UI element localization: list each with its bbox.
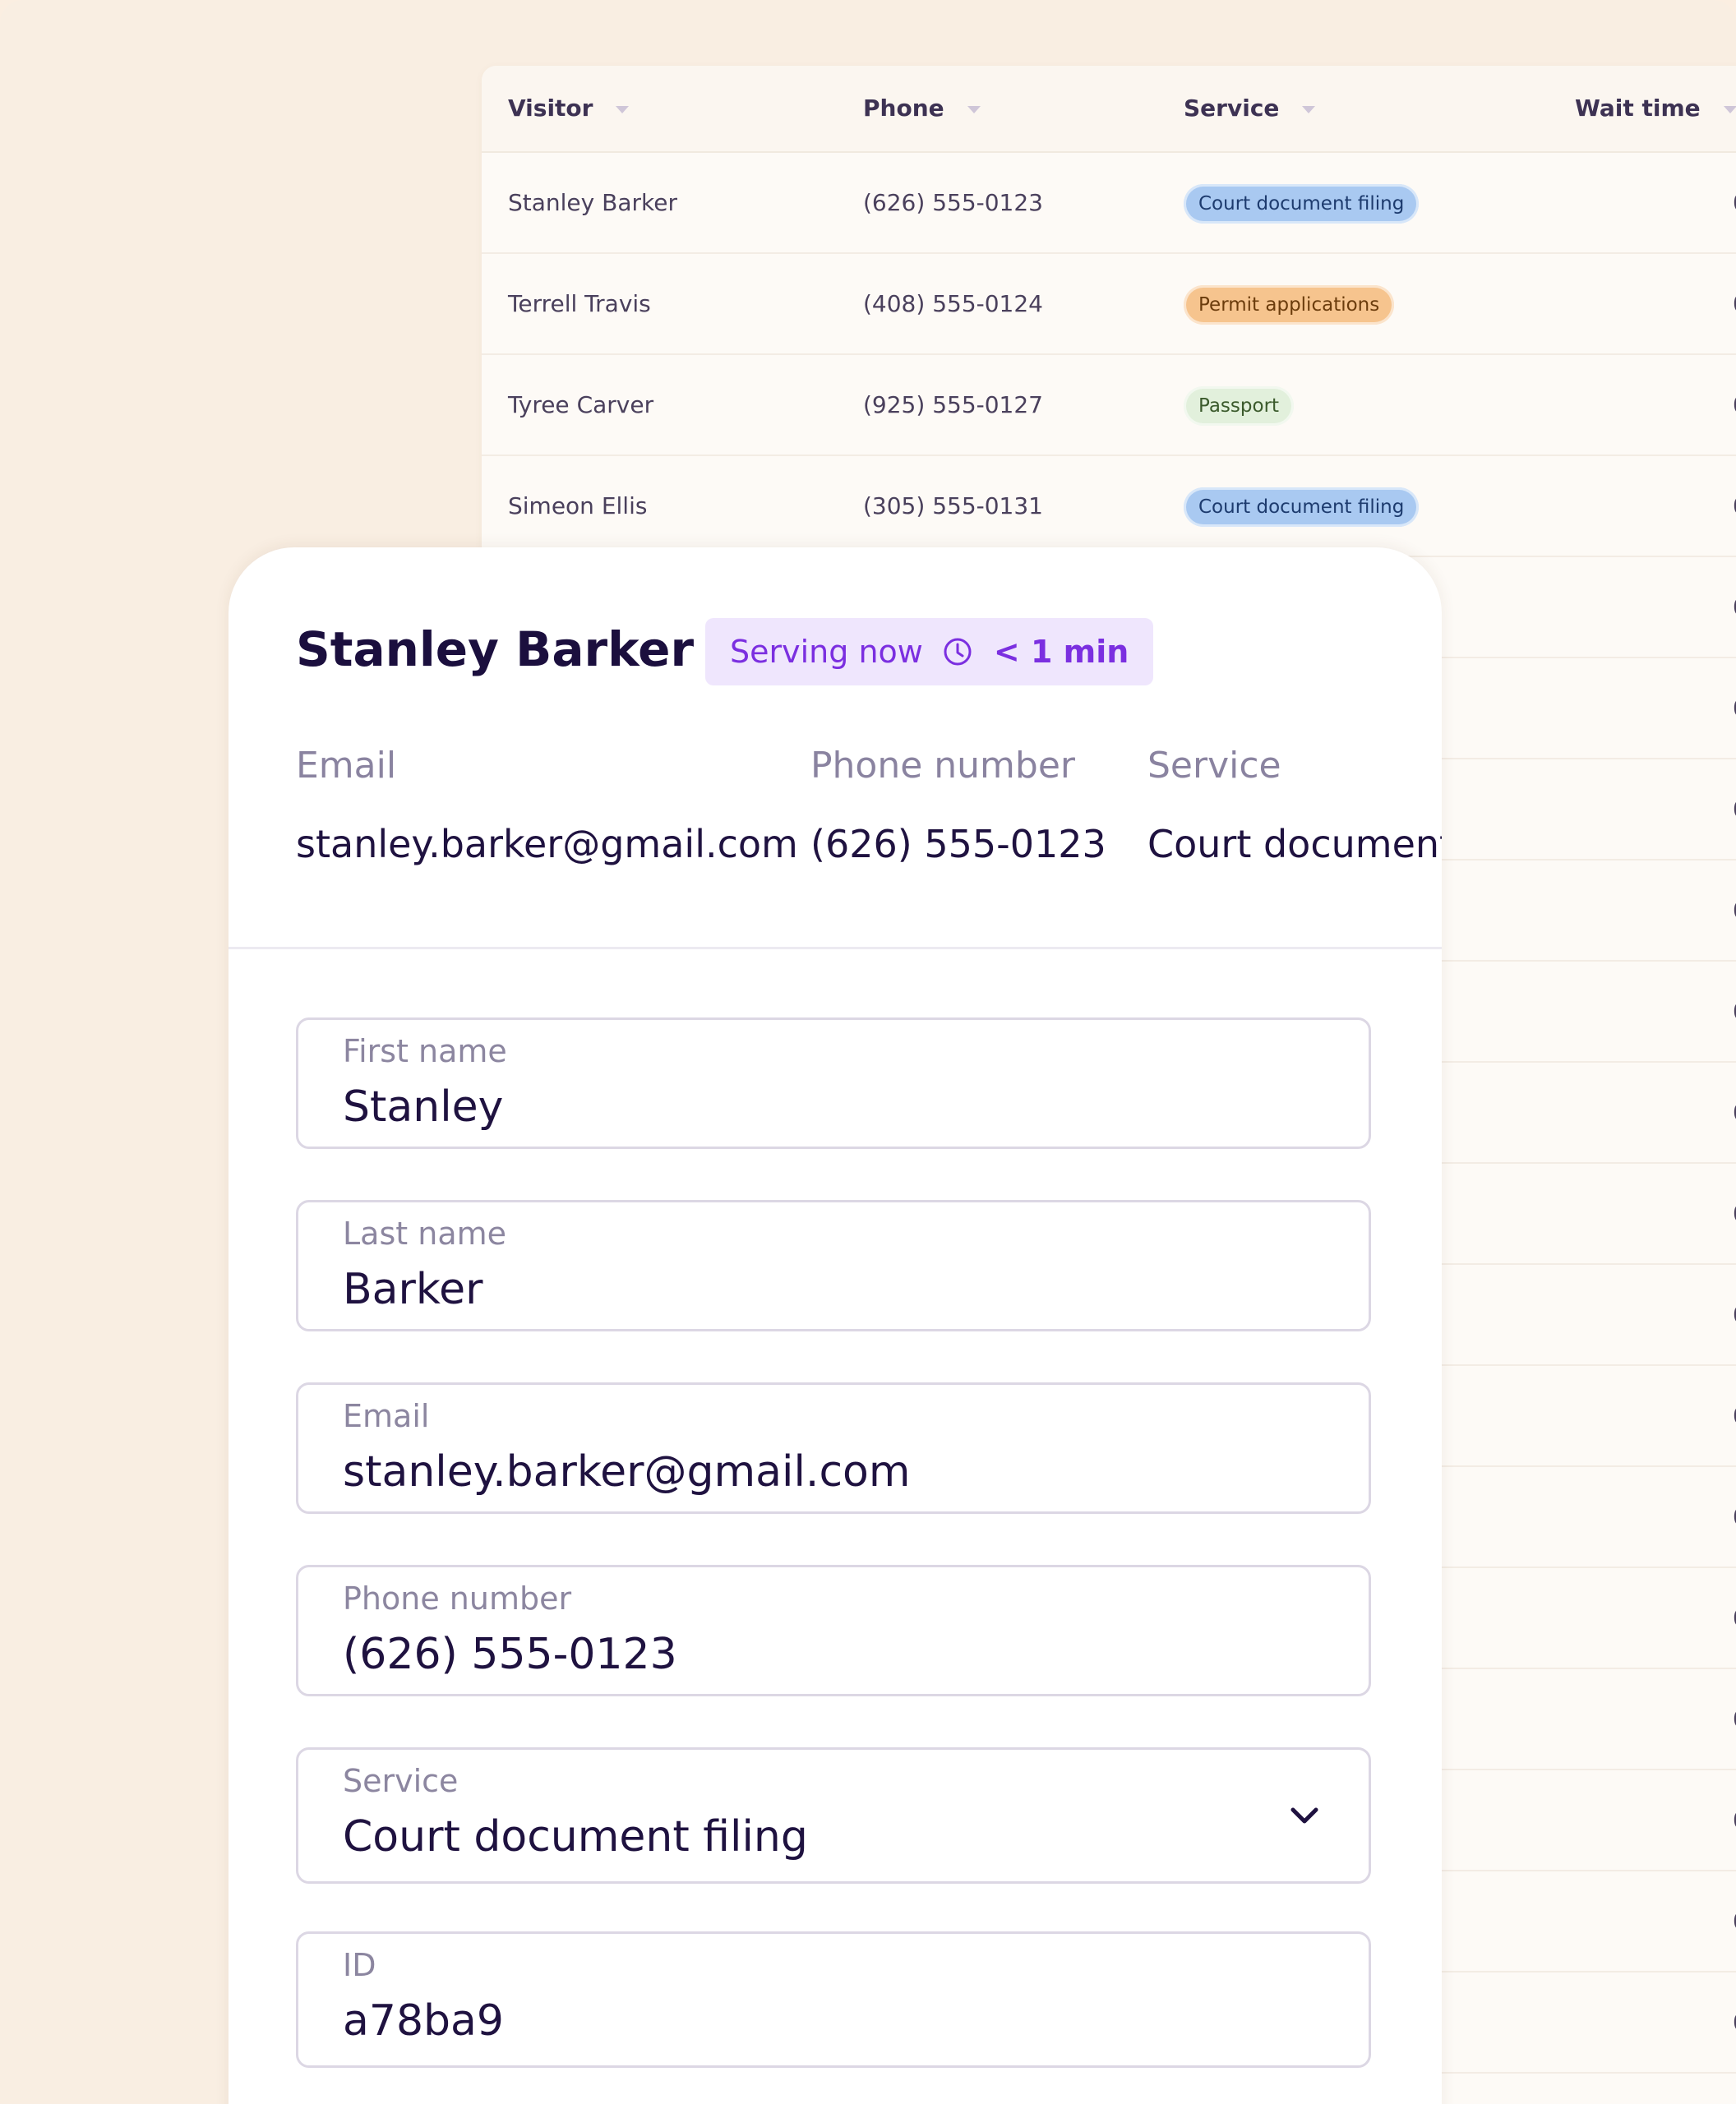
wait-time-cell: 0:11:29 (1657, 1972, 1736, 2072)
service-cell: Court document filing (1184, 153, 1420, 252)
column-header-phone[interactable]: Phone (863, 66, 981, 151)
service-label: Service (1147, 745, 1281, 787)
sort-caret-icon[interactable] (967, 105, 981, 113)
wait-time-cell: 0:05:32 (1657, 153, 1736, 252)
email-field[interactable]: Email stanley.barker@gmail.com (296, 1382, 1371, 1514)
table-row[interactable]: Terrell Travis (408) 555-0124 Permit appli… (482, 254, 1736, 355)
wait-time-cell: 0:08:21 (1657, 1265, 1736, 1364)
column-header-visitor[interactable]: Visitor (508, 66, 630, 151)
wait-time-cell: 0:11:29 (1657, 1366, 1736, 1465)
divider (229, 947, 1442, 949)
service-badge: Court document filing (1184, 184, 1420, 224)
table-header: Visitor Phone Service Wait time (482, 66, 1736, 153)
phone-number-value[interactable]: (626) 555-0123 (343, 1630, 677, 1679)
service-cell: Court document filing (1184, 456, 1420, 556)
phone-number-label: Phone number (343, 1580, 572, 1617)
first-name-value[interactable]: Stanley (343, 1082, 503, 1132)
sort-caret-icon[interactable] (1302, 105, 1316, 113)
email-field-value[interactable]: stanley.barker@gmail.com (343, 1447, 911, 1497)
phone-number-field[interactable]: Phone number (626) 555-0123 (296, 1565, 1371, 1696)
status-badge: Serving now < 1 min (705, 618, 1154, 685)
visitor-detail-card: Stanley Barker Serving now < 1 min Email… (229, 547, 1442, 2104)
wait-time-cell: 0:09:01 (1657, 861, 1736, 960)
email-field-label: Email (343, 1398, 430, 1434)
table-row[interactable]: Simeon Ellis (305) 555-0131 Court document… (482, 456, 1736, 557)
phone-value: (626) 555-0123 (810, 822, 1106, 866)
last-name-value[interactable]: Barker (343, 1265, 483, 1314)
service-select-label: Service (343, 1763, 459, 1799)
id-field[interactable]: ID a78ba9 (296, 1931, 1371, 2068)
wait-time-cell: 0:03:17 (1657, 1063, 1736, 1162)
first-name-field[interactable]: First name Stanley (296, 1017, 1371, 1149)
id-label: ID (343, 1947, 376, 1983)
phone-cell: (305) 555-0131 (863, 492, 1043, 519)
table-row[interactable]: Tyree Carver (925) 555-0127 Passport 0:08:2… (482, 355, 1736, 456)
visitor-cell: Tyree Carver (508, 391, 654, 418)
last-name-label: Last name (343, 1216, 506, 1252)
phone-label: Phone number (810, 745, 1076, 787)
wait-time-cell: 0:05:48 (1657, 254, 1736, 353)
status-wait-time: < 1 min (993, 634, 1129, 670)
visitor-cell: Terrell Travis (508, 290, 651, 317)
app-frame: Visitor Phone Service Wait time Stanley … (0, 0, 1736, 2104)
service-badge: Court document filing (1184, 487, 1420, 527)
wait-time-cell: 0:02:55 (1657, 1467, 1736, 1566)
wait-time-cell: 0:03:17 (1657, 1770, 1736, 1870)
visitor-name: Stanley Barker (296, 621, 695, 677)
table-row[interactable]: Stanley Barker (626) 555-0123 Court docume… (482, 153, 1736, 254)
visitor-cell: Stanley Barker (508, 189, 677, 216)
column-header-service[interactable]: Service (1184, 66, 1316, 151)
id-value[interactable]: a78ba9 (343, 1996, 504, 2046)
phone-cell: (408) 555-0124 (863, 290, 1043, 317)
wait-time-cell: 0:01:53 (1657, 456, 1736, 556)
service-cell: Passport (1184, 355, 1295, 454)
first-name-label: First name (343, 1033, 507, 1069)
last-name-field[interactable]: Last name Barker (296, 1200, 1371, 1331)
sort-caret-icon[interactable] (1723, 105, 1736, 113)
wait-time-cell: 0:07:12 (1657, 658, 1736, 758)
email-value: stanley.barker@gmail.com (296, 822, 798, 866)
wait-time-cell: 0:06:33 (1657, 1669, 1736, 1769)
column-header-wait-time[interactable]: Wait time (1575, 66, 1736, 151)
wait-time-cell: 0:04:39 (1657, 557, 1736, 657)
service-badge: Passport (1184, 386, 1295, 426)
service-badge: Permit applications (1184, 285, 1395, 325)
clock-icon (944, 638, 972, 666)
phone-cell: (925) 555-0127 (863, 391, 1043, 418)
service-cell: Permit applications (1184, 254, 1395, 353)
sort-caret-icon[interactable] (616, 105, 630, 113)
status-label: Serving now (730, 634, 923, 670)
visitor-cell: Simeon Ellis (508, 492, 648, 519)
service-select-value[interactable]: Court document filing (343, 1812, 808, 1862)
service-value: Court document f (1147, 822, 1442, 866)
wait-time-cell: 0:02:55 (1657, 759, 1736, 859)
phone-cell: (626) 555-0123 (863, 189, 1043, 216)
wait-time-cell: 0:09:01 (1657, 1568, 1736, 1668)
email-label: Email (296, 745, 397, 787)
wait-time-cell: 0:08:21 (1657, 355, 1736, 454)
wait-time-cell: 0:10:42 (1657, 1871, 1736, 1971)
service-select[interactable]: Service Court document filing (296, 1747, 1371, 1884)
wait-time-cell: 0:06:33 (1657, 962, 1736, 1061)
chevron-down-icon[interactable] (1286, 1797, 1323, 1834)
wait-time-cell: 0:10:42 (1657, 1164, 1736, 1263)
